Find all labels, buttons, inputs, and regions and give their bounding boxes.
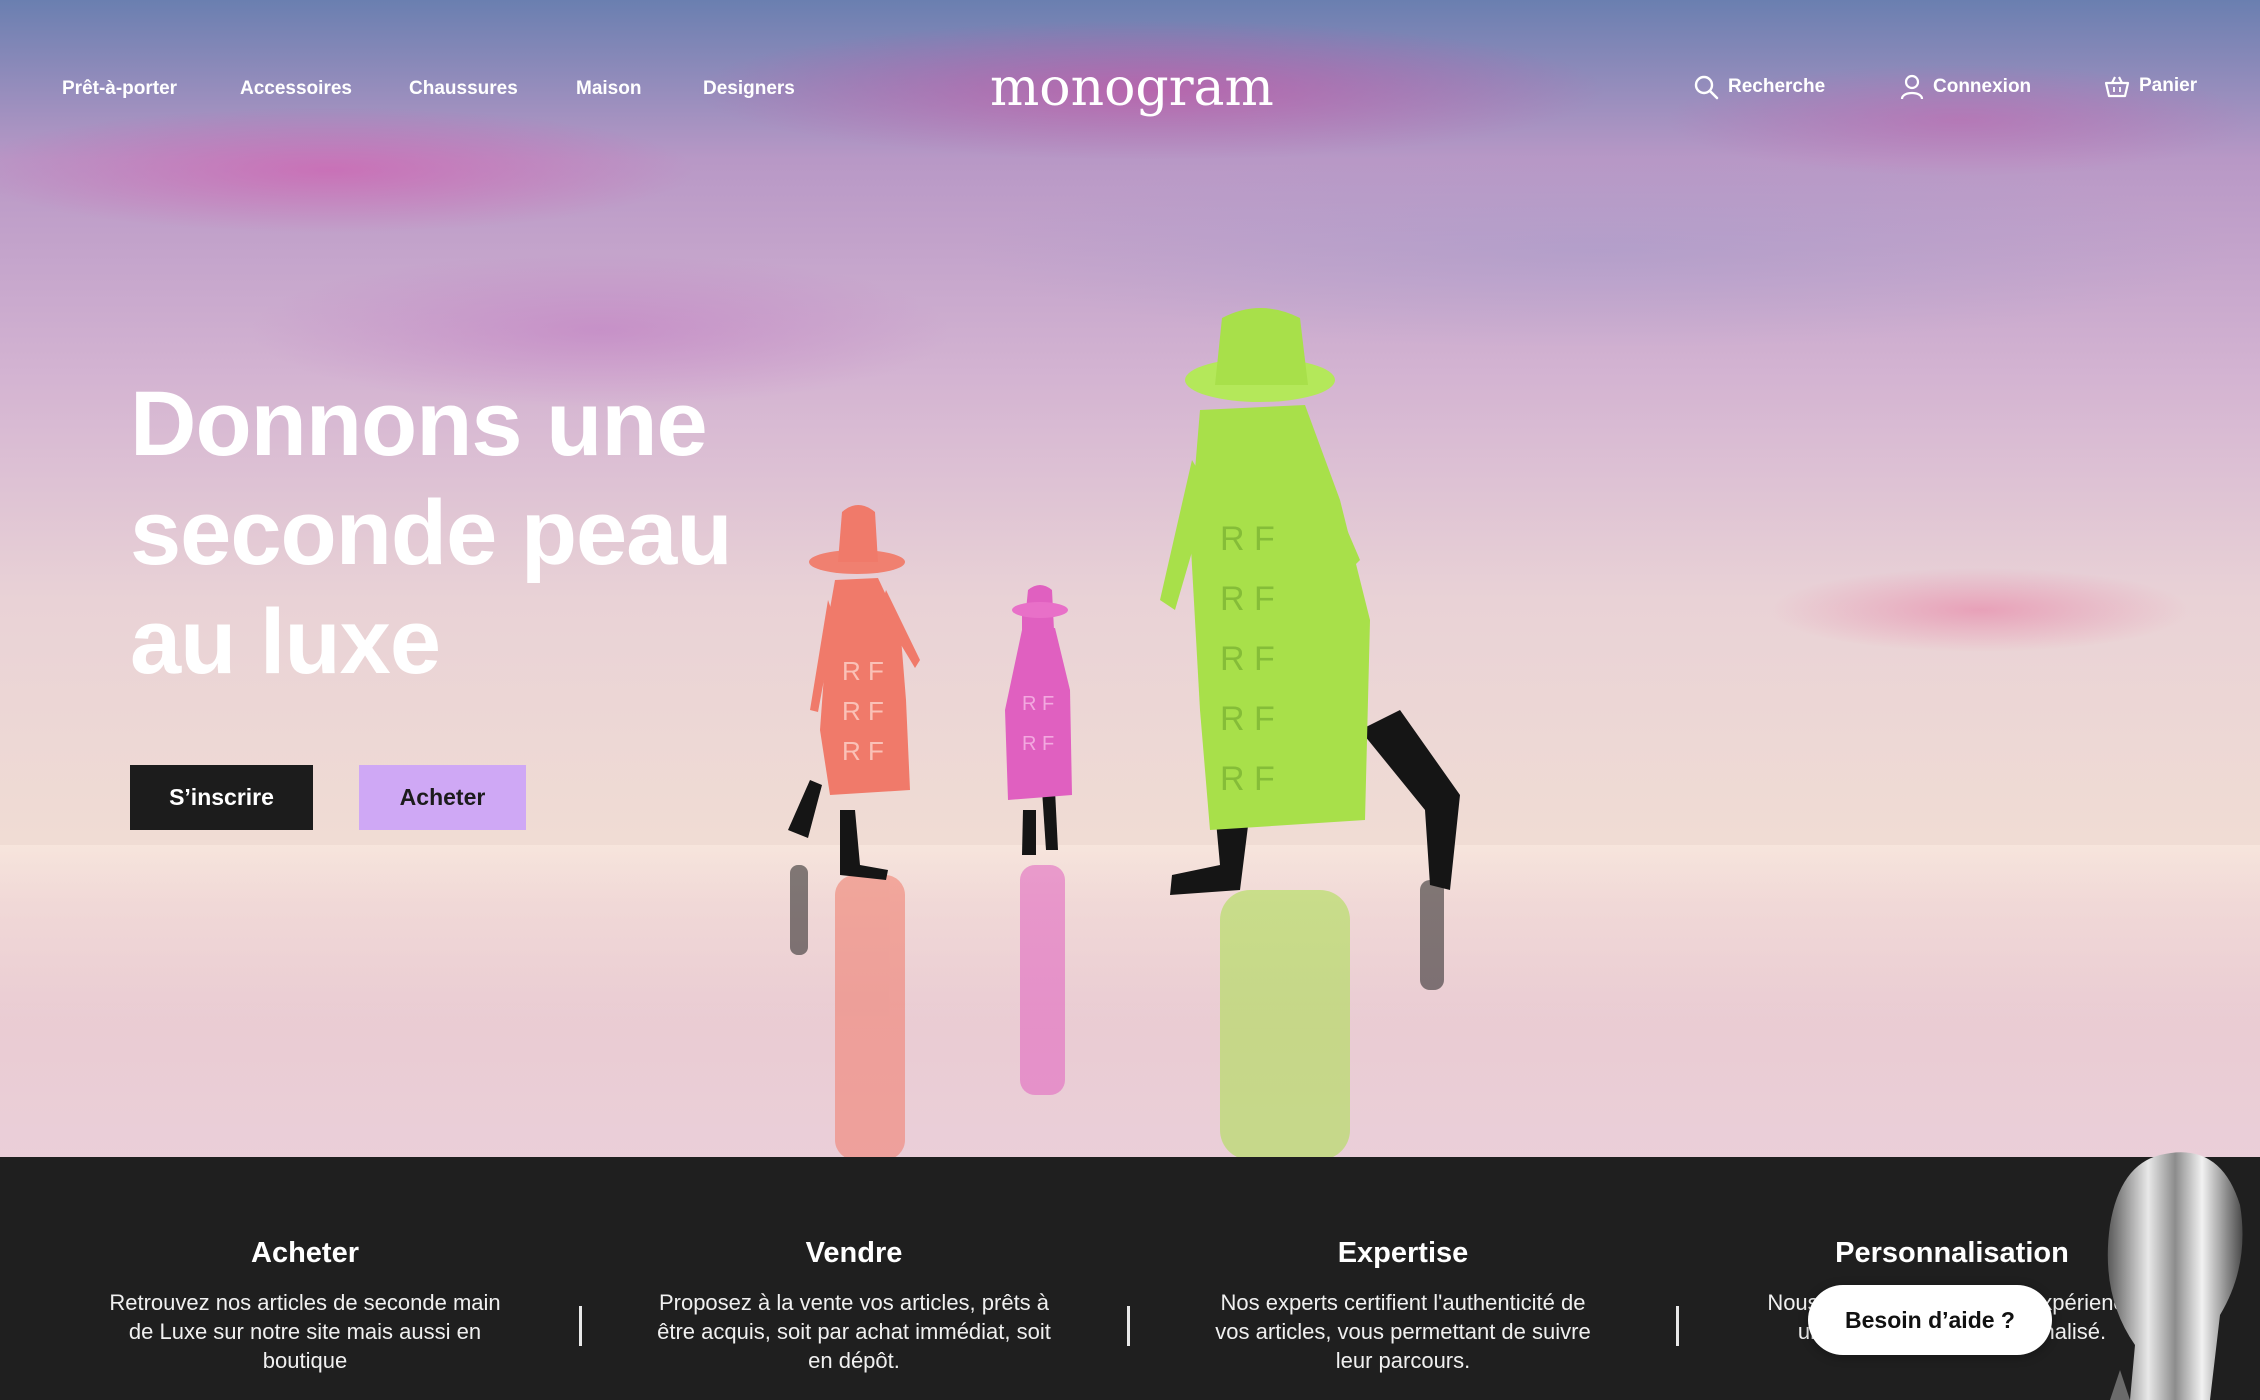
feature-divider xyxy=(1676,1306,1679,1346)
headline-line-2: seconde peau xyxy=(130,482,733,584)
svg-text:R F: R F xyxy=(1220,700,1275,738)
signup-button[interactable]: S’inscrire xyxy=(130,765,313,830)
feature-vendre: Vendre Proposez à la vente vos articles,… xyxy=(654,1237,1054,1375)
feature-divider xyxy=(579,1306,582,1346)
shop-button[interactable]: Acheter xyxy=(359,765,526,830)
feature-divider xyxy=(1127,1306,1130,1346)
feature-acheter: Acheter Retrouvez nos articles de second… xyxy=(105,1237,505,1375)
help-button[interactable]: Besoin d’aide ? xyxy=(1808,1285,2052,1355)
feature-expertise: Expertise Nos experts certifient l'authe… xyxy=(1203,1237,1603,1375)
svg-text:R F: R F xyxy=(842,736,884,766)
nav-link-chaussures[interactable]: Chaussures xyxy=(409,78,518,100)
feature-title: Vendre xyxy=(805,1237,903,1269)
svg-text:R F: R F xyxy=(842,696,884,726)
nav-link-designers[interactable]: Designers xyxy=(703,78,795,100)
login-label: Connexion xyxy=(1933,76,2032,97)
nav-link-accessoires[interactable]: Accessoires xyxy=(240,78,352,100)
headline-line-3: au luxe xyxy=(130,591,441,693)
nav-link-pret-a-porter[interactable]: Prêt-à-porter xyxy=(62,78,177,100)
svg-text:R F: R F xyxy=(1220,580,1275,618)
feature-text: Proposez à la vente vos articles, prêts … xyxy=(657,1290,1051,1373)
svg-text:R F: R F xyxy=(1220,520,1275,558)
hero-headline: Donnons une seconde peau au luxe xyxy=(130,370,770,697)
fashion-figures-illustration: R F R F R F R F R F R F R F R F R F R F xyxy=(788,308,1460,1157)
headline-line-1: Donnons une xyxy=(130,373,708,475)
svg-text:R F: R F xyxy=(1220,760,1275,798)
search-button[interactable]: Recherche xyxy=(1693,74,1825,100)
svg-text:R F: R F xyxy=(1022,733,1054,755)
cart-button[interactable]: Panier xyxy=(2104,74,2197,98)
user-icon xyxy=(1900,74,1924,100)
cart-label: Panier xyxy=(2139,75,2198,96)
svg-text:R F: R F xyxy=(1022,693,1054,715)
site-logo[interactable]: monogram xyxy=(990,58,1274,118)
chrome-mannequin-head xyxy=(2107,1152,2243,1400)
search-icon xyxy=(1693,74,1719,100)
basket-icon xyxy=(2104,74,2130,98)
login-button[interactable]: Connexion xyxy=(1900,74,2031,100)
svg-text:R F: R F xyxy=(1220,640,1275,678)
search-label: Recherche xyxy=(1728,76,1826,97)
feature-text: Nos experts certifient l'authenticité de… xyxy=(1215,1290,1591,1373)
feature-text: Retrouvez nos articles de seconde main d… xyxy=(109,1290,501,1373)
hero-banner: Prêt-à-porter Accessoires Chaussures Mai… xyxy=(0,0,2260,1157)
feature-title: Expertise xyxy=(1337,1237,1469,1269)
svg-text:R F: R F xyxy=(842,656,884,686)
feature-title: Acheter xyxy=(251,1237,359,1269)
nav-link-maison[interactable]: Maison xyxy=(576,78,641,100)
